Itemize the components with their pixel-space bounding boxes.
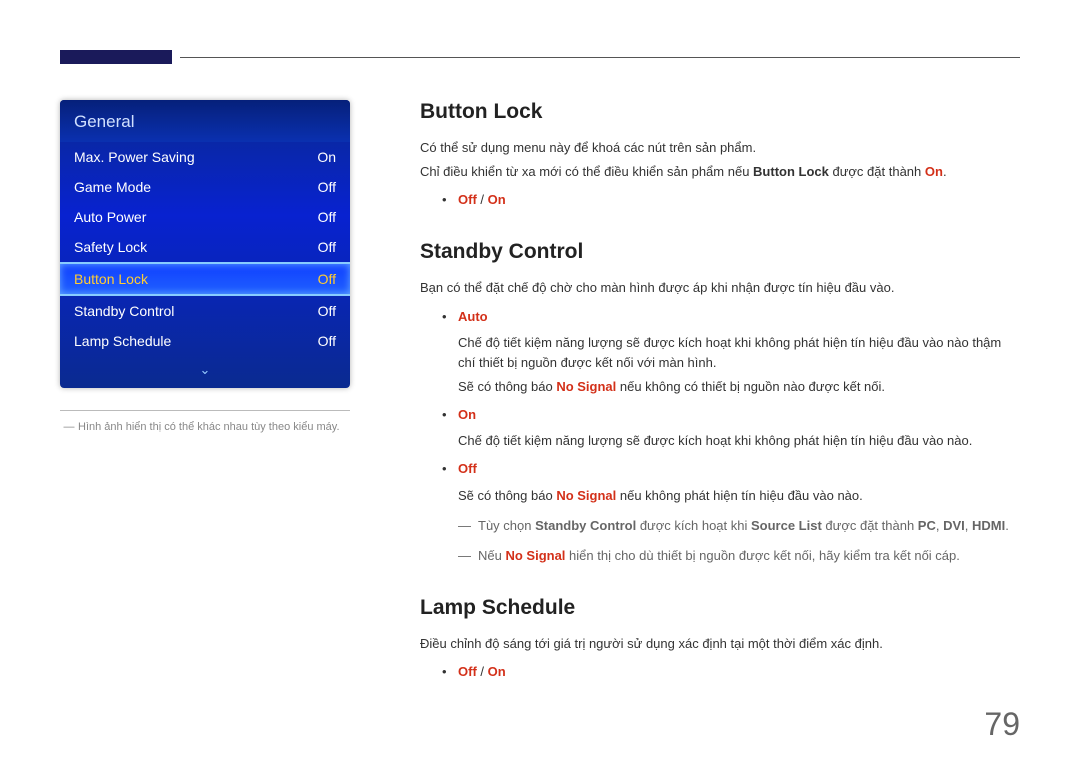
- osd-value: Off: [318, 179, 336, 195]
- option-text: Off / On: [458, 662, 506, 682]
- caption-rule: [60, 410, 350, 411]
- bullet-icon: •: [442, 459, 458, 479]
- osd-label: Lamp Schedule: [74, 333, 171, 349]
- bullet-icon: •: [442, 662, 458, 682]
- option-label: Off: [458, 459, 477, 479]
- osd-row-standby-control[interactable]: Standby Control Off: [60, 296, 350, 326]
- osd-value: Off: [318, 209, 336, 225]
- osd-value: Off: [318, 303, 336, 319]
- right-column: Button Lock Có thể sử dụng menu này để k…: [400, 100, 1020, 723]
- standby-note-1: ― Tùy chọn Standby Control được kích hoạ…: [458, 516, 1020, 536]
- bullet-icon: •: [442, 307, 458, 327]
- standby-option-off: • Off: [442, 459, 1020, 479]
- page-body: General Max. Power Saving On Game Mode O…: [60, 100, 1020, 723]
- osd-label: Safety Lock: [74, 239, 147, 255]
- option-label: Auto: [458, 307, 488, 327]
- osd-value: Off: [318, 333, 336, 349]
- osd-value: Off: [318, 271, 336, 287]
- dash-icon: ―: [60, 419, 78, 436]
- osd-label: Auto Power: [74, 209, 146, 225]
- button-lock-desc-2: Chỉ điều khiển từ xa mới có thể điều khi…: [420, 162, 1020, 182]
- osd-caption: ― Hình ảnh hiển thị có thể khác nhau tùy…: [60, 419, 360, 436]
- osd-scroll-down-icon[interactable]: ⌄: [60, 356, 350, 388]
- option-text: Off / On: [458, 190, 506, 210]
- button-lock-options: • Off / On: [442, 190, 1020, 210]
- section-heading-button-lock: Button Lock: [420, 100, 1020, 124]
- chapter-accent-bar: [60, 50, 172, 64]
- osd-row-game-mode[interactable]: Game Mode Off: [60, 172, 350, 202]
- osd-menu-title: General: [60, 100, 350, 142]
- standby-note-2: ― Nếu No Signal hiển thị cho dù thiết bị…: [458, 546, 1020, 566]
- standby-on-desc: Chế độ tiết kiệm năng lượng sẽ được kích…: [458, 431, 1020, 451]
- osd-row-lamp-schedule[interactable]: Lamp Schedule Off: [60, 326, 350, 356]
- page-number: 79: [984, 706, 1020, 743]
- dash-icon: ―: [458, 546, 478, 566]
- standby-auto-desc-1: Chế độ tiết kiệm năng lượng sẽ được kích…: [458, 333, 1020, 373]
- section-heading-lamp-schedule: Lamp Schedule: [420, 596, 1020, 620]
- standby-desc: Bạn có thể đặt chế độ chờ cho màn hình đ…: [420, 278, 1020, 298]
- osd-label: Game Mode: [74, 179, 151, 195]
- lamp-desc: Điều chỉnh độ sáng tới giá trị người sử …: [420, 634, 1020, 654]
- bullet-icon: •: [442, 190, 458, 210]
- osd-row-auto-power[interactable]: Auto Power Off: [60, 202, 350, 232]
- bullet-icon: •: [442, 405, 458, 425]
- osd-value: Off: [318, 239, 336, 255]
- left-column: General Max. Power Saving On Game Mode O…: [60, 100, 400, 723]
- osd-label: Button Lock: [74, 271, 148, 287]
- lamp-options: • Off / On: [442, 662, 1020, 682]
- standby-auto-desc-2: Sẽ có thông báo No Signal nếu không có t…: [458, 377, 1020, 397]
- osd-row-max-power-saving[interactable]: Max. Power Saving On: [60, 142, 350, 172]
- osd-menu: General Max. Power Saving On Game Mode O…: [60, 100, 350, 388]
- standby-option-auto: • Auto: [442, 307, 1020, 327]
- osd-label: Standby Control: [74, 303, 174, 319]
- osd-row-safety-lock[interactable]: Safety Lock Off: [60, 232, 350, 262]
- button-lock-desc-1: Có thể sử dụng menu này để khoá các nút …: [420, 138, 1020, 158]
- standby-option-on: • On: [442, 405, 1020, 425]
- osd-label: Max. Power Saving: [74, 149, 195, 165]
- top-rule: [180, 57, 1020, 58]
- section-heading-standby-control: Standby Control: [420, 240, 1020, 264]
- option-label: On: [458, 405, 476, 425]
- osd-row-button-lock[interactable]: Button Lock Off: [60, 262, 350, 296]
- standby-off-desc: Sẽ có thông báo No Signal nếu không phát…: [458, 486, 1020, 506]
- caption-text: Hình ảnh hiển thị có thể khác nhau tùy t…: [78, 419, 340, 436]
- osd-value: On: [317, 149, 336, 165]
- dash-icon: ―: [458, 516, 478, 536]
- top-bar: [60, 50, 1020, 64]
